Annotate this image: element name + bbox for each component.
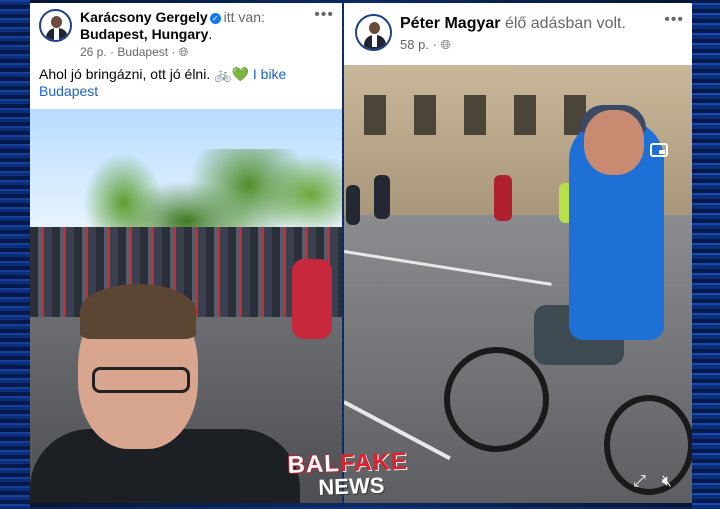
right-post-header: Péter Magyar élő adásban volt. 58 p. · 🌐… [344,3,692,65]
right-post-card: Péter Magyar élő adásban volt. 58 p. · 🌐… [344,3,692,503]
picture-in-picture-icon[interactable] [650,143,668,157]
avatar[interactable] [39,9,72,42]
post-place[interactable]: Budapest [117,45,168,59]
left-post-header: Karácsony Gergely ✓ itt van: Budapest, Hun… [30,3,342,107]
post-meta: 58 p. · 🌐︎ [400,37,451,52]
watermark-part3: NEWS [317,472,385,500]
more-options-icon[interactable]: ••• [664,11,684,29]
author-name-link[interactable]: Karácsony Gergely [80,9,208,25]
glitch-edge-right [692,0,720,509]
avatar[interactable] [355,14,392,51]
live-video-frame[interactable] [344,65,692,503]
more-options-icon[interactable]: ••• [314,6,334,24]
globe-icon: 🌐︎ [178,45,189,59]
mute-icon[interactable]: 🔇︎ [662,473,672,491]
video-controls: ⤢ 🔇︎ [633,473,672,491]
author-name-link[interactable]: Péter Magyar [400,15,501,32]
verified-badge-icon: ✓ [209,13,221,24]
globe-icon: 🌐︎ [440,37,451,52]
post-time[interactable]: 58 p. [400,37,429,52]
glitch-edge-left [0,0,30,509]
author-suffix: itt van: [223,9,265,25]
watermark-logo: BALFAKE NEWS [287,448,408,502]
left-post-card: Karácsony Gergely ✓ itt van: Budapest, Hun… [30,3,342,503]
location-link[interactable]: Budapest, Hungary [80,26,208,42]
fullscreen-icon[interactable]: ⤢ [633,473,646,491]
post-author-line: Péter Magyar élő adásban volt. [400,15,630,32]
post-meta: 26 p. · Budapest · 🌐︎ [80,45,189,59]
post-text-main: Ahol jó bringázni, ott jó élni. [39,66,211,82]
author-suffix: élő adásban volt. [504,15,626,32]
bike-heart-emoji: 🚲💚 [214,66,249,82]
post-photo[interactable] [30,109,342,503]
post-text: Ahol jó bringázni, ott jó élni. 🚲💚 I bik… [39,66,329,100]
post-author-line: Karácsony Gergely ✓ itt van: Budapest, Hun… [80,9,265,42]
post-time[interactable]: 26 p. [80,45,107,59]
